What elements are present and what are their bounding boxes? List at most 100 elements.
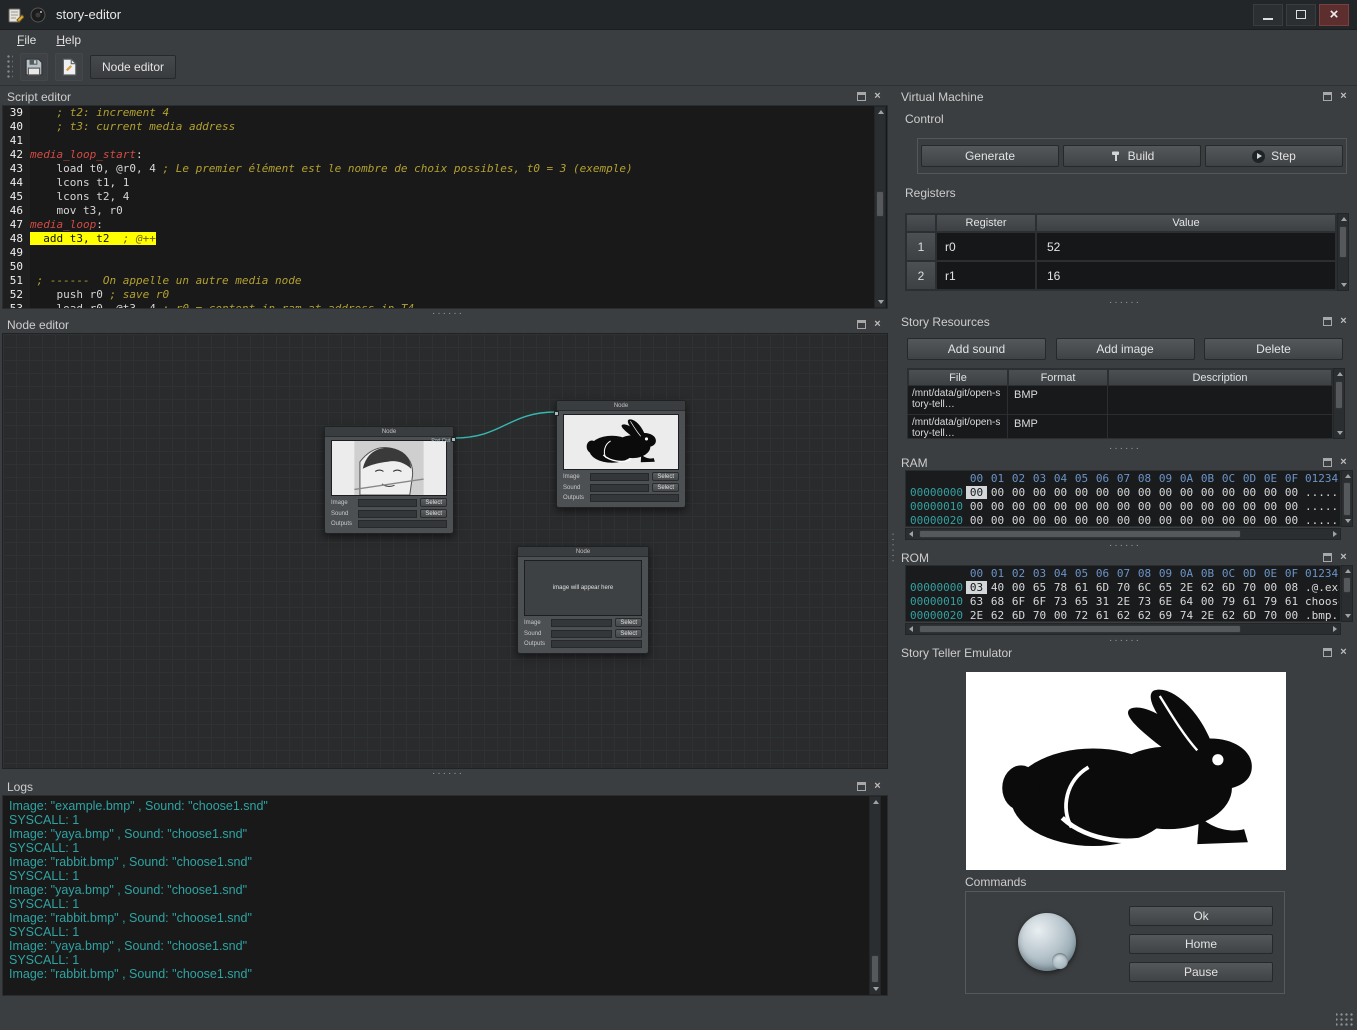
close-panel-icon[interactable] — [1338, 457, 1349, 468]
hex-byte[interactable]: 00 — [1176, 514, 1197, 527]
hex-byte[interactable]: 00 — [987, 500, 1008, 513]
scroll-up-icon[interactable] — [873, 800, 879, 804]
hex-byte[interactable]: 61 — [1281, 595, 1302, 608]
hex-byte[interactable]: 00 — [1008, 500, 1029, 513]
hex-byte[interactable]: 00 — [1260, 514, 1281, 527]
float-panel-icon[interactable] — [1323, 92, 1332, 101]
logs-panel-header[interactable]: Logs — [2, 778, 888, 795]
scroll-down-icon[interactable] — [1341, 283, 1347, 287]
scroll-up-icon[interactable] — [878, 110, 884, 114]
sound-value-box[interactable] — [551, 630, 612, 638]
hex-byte[interactable]: 79 — [1260, 595, 1281, 608]
hex-byte[interactable]: 62 — [1134, 609, 1155, 622]
float-panel-icon[interactable] — [857, 92, 866, 101]
hex-byte[interactable]: 00 — [1008, 514, 1029, 527]
hex-byte[interactable]: 00 — [1050, 514, 1071, 527]
hex-byte[interactable]: 2E — [1176, 581, 1197, 594]
scrollbar-thumb[interactable] — [871, 955, 879, 983]
close-panel-icon[interactable] — [1338, 316, 1349, 327]
select-image-button[interactable]: Select — [652, 472, 679, 481]
hex-byte[interactable]: 6C — [1134, 581, 1155, 594]
scroll-right-icon[interactable] — [1333, 626, 1337, 632]
scroll-up-icon[interactable] — [1345, 569, 1351, 573]
menu-file[interactable]: File — [8, 32, 45, 48]
hex-byte[interactable]: 6E — [1155, 595, 1176, 608]
registers-scrollbar[interactable] — [1337, 213, 1349, 291]
input-port[interactable] — [554, 411, 559, 416]
hex-byte[interactable]: 6D — [1218, 581, 1239, 594]
story-resources-panel-header[interactable]: Story Resources — [896, 313, 1354, 330]
hex-byte[interactable]: 73 — [1050, 595, 1071, 608]
scroll-up-icon[interactable] — [1341, 217, 1347, 221]
title-bar[interactable]: story-editor — [0, 0, 1357, 30]
resources-table[interactable]: File Format Description /mnt/data/git/op… — [907, 368, 1333, 439]
rotary-knob[interactable] — [1018, 913, 1076, 971]
hex-byte[interactable]: 6D — [1092, 581, 1113, 594]
hex-byte[interactable]: 65 — [1071, 595, 1092, 608]
hex-byte[interactable]: 00 — [1134, 486, 1155, 499]
hex-byte[interactable]: 00 — [1281, 609, 1302, 622]
hex-byte[interactable]: 00 — [1155, 500, 1176, 513]
rom-horizontal-scrollbar[interactable] — [905, 623, 1341, 635]
hex-byte[interactable]: 00 — [1176, 486, 1197, 499]
hex-byte[interactable]: 6D — [1239, 609, 1260, 622]
select-image-button[interactable]: Select — [615, 618, 642, 627]
hex-byte[interactable]: 69 — [1155, 609, 1176, 622]
register-row[interactable]: 1r052 — [906, 232, 1336, 261]
hex-byte[interactable]: 74 — [1176, 609, 1197, 622]
hex-byte[interactable]: 00 — [987, 514, 1008, 527]
hex-byte[interactable]: 63 — [966, 595, 987, 608]
hex-byte[interactable]: 62 — [1197, 581, 1218, 594]
splitter-handle[interactable] — [418, 769, 478, 778]
scrollbar-thumb[interactable] — [1343, 482, 1351, 516]
hex-byte[interactable]: 00 — [1134, 500, 1155, 513]
hex-byte[interactable]: 00 — [1197, 486, 1218, 499]
select-sound-button[interactable]: Select — [420, 509, 447, 518]
media-node-empty[interactable]: Node image will appear here ImageSelect … — [517, 546, 649, 654]
scroll-up-icon[interactable] — [1337, 372, 1343, 376]
registers-table[interactable]: Register Value 1r0522r116 — [905, 213, 1337, 291]
close-panel-icon[interactable] — [1338, 91, 1349, 102]
add-sound-button[interactable]: Add sound — [907, 338, 1046, 360]
hex-byte[interactable]: 65 — [1155, 581, 1176, 594]
hex-byte[interactable]: 00 — [1113, 486, 1134, 499]
save-button[interactable] — [20, 53, 48, 81]
scroll-down-icon[interactable] — [878, 300, 884, 304]
node-title-bar[interactable]: Node — [557, 401, 685, 411]
pause-button[interactable]: Pause — [1129, 962, 1273, 982]
node-connection-wire[interactable] — [454, 412, 556, 438]
hex-byte[interactable]: 62 — [1218, 609, 1239, 622]
scrollbar-thumb[interactable] — [919, 625, 1241, 633]
hex-byte[interactable]: 00 — [1239, 486, 1260, 499]
image-value-box[interactable] — [358, 499, 417, 507]
hex-byte[interactable]: 65 — [1029, 581, 1050, 594]
home-button[interactable]: Home — [1129, 934, 1273, 954]
hex-byte[interactable]: 00 — [966, 500, 987, 513]
hex-byte[interactable]: 64 — [1176, 595, 1197, 608]
output-port[interactable] — [451, 437, 456, 442]
hex-byte[interactable]: 00 — [1029, 486, 1050, 499]
scroll-left-icon[interactable] — [909, 531, 913, 537]
hex-byte[interactable]: 00 — [1092, 486, 1113, 499]
hex-byte[interactable]: 00 — [1197, 595, 1218, 608]
float-panel-icon[interactable] — [857, 782, 866, 791]
hex-byte[interactable]: 61 — [1092, 609, 1113, 622]
outputs-value-box[interactable] — [551, 640, 642, 648]
hex-byte[interactable]: 00 — [1029, 500, 1050, 513]
close-button[interactable] — [1319, 4, 1349, 26]
rom-panel-header[interactable]: ROM — [896, 549, 1354, 566]
float-panel-icon[interactable] — [1323, 553, 1332, 562]
hex-byte[interactable]: 00 — [1071, 514, 1092, 527]
close-panel-icon[interactable] — [872, 319, 883, 330]
hex-byte[interactable]: 03 — [966, 581, 987, 594]
hex-byte[interactable]: 79 — [1218, 595, 1239, 608]
generate-button[interactable]: Generate — [921, 145, 1059, 167]
hex-byte[interactable]: 00 — [1029, 514, 1050, 527]
hex-byte[interactable]: 00 — [1008, 581, 1029, 594]
image-value-box[interactable] — [551, 619, 612, 627]
outputs-value-box[interactable] — [590, 494, 679, 502]
rom-hex-view[interactable]: 000102030405060708090A0B0C0D0E0F01234567… — [905, 565, 1341, 622]
script-editor-panel-header[interactable]: Script editor — [2, 88, 888, 105]
register-row[interactable]: 2r116 — [906, 261, 1336, 290]
hex-byte[interactable]: 00 — [1260, 486, 1281, 499]
